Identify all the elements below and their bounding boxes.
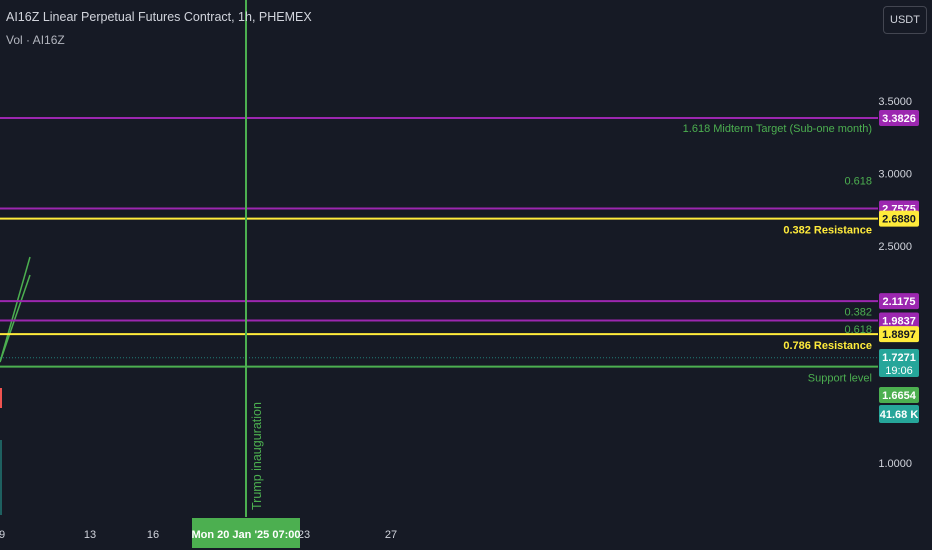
level-annotation: 0.786 Resistance (783, 340, 872, 352)
level-annotation: 0.382 (844, 307, 872, 319)
price-axis-tick: 2.5000 (878, 241, 912, 253)
price-label-text: 1.9837 (882, 316, 916, 328)
time-axis-tick: 13 (84, 529, 96, 541)
crosshair-time-label: Mon 20 Jan '25 07:00 (191, 529, 300, 541)
time-axis-tick: 9 (0, 529, 5, 541)
price-label: 3.3826 (879, 109, 919, 126)
level-annotation: 1.618 Midterm Target (Sub-one month) (683, 123, 872, 135)
price-label-text: 2.6880 (882, 214, 916, 226)
price-label: 1.9837 (879, 312, 919, 329)
chart-container[interactable]: Trump inauguration 1.618 Midterm Target (… (0, 0, 932, 550)
price-label-text: 2.1175 (882, 296, 915, 308)
time-axis-area (0, 517, 932, 550)
price-chart[interactable]: Trump inauguration 1.618 Midterm Target (… (0, 0, 932, 550)
price-label: 1.8897 (879, 326, 919, 343)
level-annotation: 0.618 (844, 324, 872, 336)
price-axis-tick: 1.0000 (878, 458, 912, 470)
level-annotation: Support level (808, 373, 872, 385)
volume-indicator-label: Vol · AI16Z (6, 33, 65, 47)
time-axis-tick: 16 (147, 529, 159, 541)
price-axis-tick: 3.5000 (878, 96, 912, 108)
currency-button[interactable]: USDT (883, 6, 927, 34)
volume-label-text: 41.68 K (880, 409, 919, 421)
trend-line (0, 256, 31, 363)
last-price-text: 1.7271 (882, 352, 916, 364)
countdown-text: 19:06 (885, 365, 913, 377)
price-label-text: 1.8897 (882, 329, 916, 341)
time-axis-tick: 27 (385, 529, 397, 541)
price-axis-tick: 3.0000 (878, 168, 912, 180)
event-label: Trump inauguration (250, 402, 264, 510)
price-label: 2.6880 (879, 210, 919, 227)
chart-title: AI16Z Linear Perpetual Futures Contract,… (6, 10, 312, 24)
price-label-text: 3.3826 (882, 113, 916, 125)
price-label-text: 1.6654 (882, 390, 917, 402)
level-annotation: 0.618 (844, 176, 872, 188)
price-label: 1.6654 (879, 387, 919, 403)
trend-line (0, 274, 31, 363)
level-annotation: 0.382 Resistance (783, 225, 872, 237)
price-label: 2.1175 (879, 293, 919, 310)
